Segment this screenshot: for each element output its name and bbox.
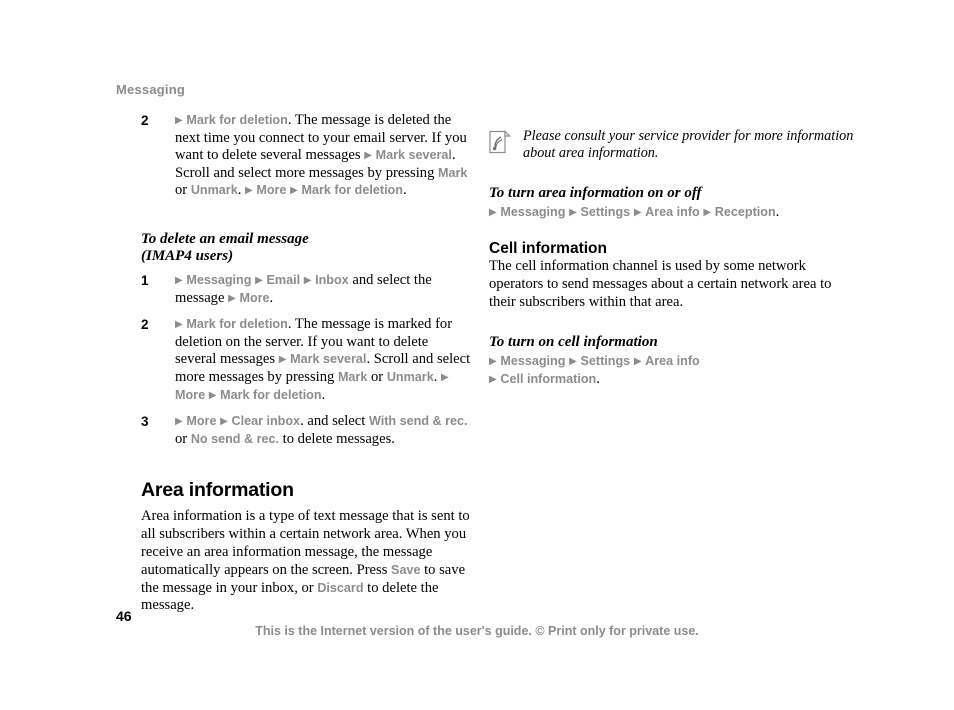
- step-item: 2 ▶ Mark for deletion. The message is ma…: [141, 316, 471, 404]
- right-column: Please consult your service provider for…: [489, 128, 855, 389]
- step-text: ▶ Messaging ▶ Email ▶ Inbox and select t…: [175, 271, 432, 306]
- document-page: Messaging 2 ▶ Mark for deletion. The mes…: [0, 0, 954, 710]
- step-text: ▶ More ▶ Clear inbox. and select With se…: [175, 413, 468, 447]
- arrow-icon: ▶: [303, 274, 312, 286]
- subheading-turn-area-info: To turn area information on or off: [489, 184, 702, 201]
- arrow-icon: ▶: [208, 389, 217, 401]
- arrow-icon: ▶: [633, 356, 642, 367]
- arrow-icon: ▶: [255, 274, 263, 286]
- step-item: 2 ▶ Mark for deletion. The message is de…: [141, 112, 471, 200]
- arrow-icon: ▶: [220, 416, 228, 428]
- menu-label: With send & rec.: [368, 414, 468, 429]
- arrow-icon: ▶: [175, 319, 183, 331]
- arrow-icon: ▶: [278, 354, 287, 366]
- page-footer: This is the Internet version of the user…: [255, 624, 699, 638]
- menu-label: Mark for deletion: [186, 317, 288, 332]
- menu-label: Settings: [580, 354, 631, 368]
- step-item: 1 ▶ Messaging ▶ Email ▶ Inbox and select…: [141, 272, 471, 307]
- arrow-icon: ▶: [175, 274, 183, 286]
- note-signal-icon: [489, 130, 511, 154]
- menu-path-cell-info-line-1: ▶ Messaging ▶ Settings ▶ Area info: [489, 353, 855, 371]
- menu-label: Mark for deletion: [186, 113, 288, 127]
- menu-label: Inbox: [315, 272, 349, 287]
- menu-label: Reception: [714, 205, 776, 220]
- arrow-icon: ▶: [228, 292, 236, 304]
- arrow-icon: ▶: [703, 207, 712, 219]
- step-number: 3: [141, 414, 149, 430]
- menu-label: More: [186, 414, 217, 429]
- menu-label: Mark for deletion: [220, 387, 322, 402]
- menu-label: Cell information: [500, 371, 597, 386]
- arrow-icon: ▶: [569, 207, 577, 219]
- step-text: ▶ Mark for deletion. The message is mark…: [175, 316, 471, 403]
- page-header: Messaging: [116, 82, 185, 97]
- subheading-line-2: (IMAP4 users): [141, 248, 234, 265]
- area-information-body: Area information is a type of text messa…: [141, 508, 470, 614]
- menu-label: More: [175, 387, 206, 402]
- note-block: Please consult your service provider for…: [489, 128, 855, 163]
- arrow-icon: ▶: [245, 185, 253, 197]
- menu-label: No send & rec.: [190, 431, 279, 446]
- arrow-icon: ▶: [290, 185, 298, 197]
- menu-label: Area info: [645, 354, 700, 368]
- menu-label: Mark: [337, 369, 368, 384]
- cell-information-body: The cell information channel is used by …: [489, 258, 832, 310]
- arrow-icon: ▶: [569, 356, 577, 367]
- menu-label: Email: [266, 272, 301, 287]
- left-column: 2 ▶ Mark for deletion. The message is de…: [141, 112, 471, 619]
- arrow-icon: ▶: [441, 371, 449, 383]
- menu-label: Messaging: [500, 354, 566, 368]
- subheading-turn-on-cell-info: To turn on cell information: [489, 333, 658, 350]
- note-text: Please consult your service provider for…: [523, 128, 854, 162]
- arrow-icon: ▶: [364, 150, 372, 162]
- menu-label: Messaging: [500, 205, 566, 220]
- step-number: 1: [141, 272, 149, 288]
- menu-label: Area info: [645, 205, 700, 220]
- menu-label: More: [256, 183, 287, 198]
- arrow-icon: ▶: [175, 416, 183, 428]
- menu-label: Mark: [438, 165, 468, 180]
- menu-label: Discard: [317, 580, 364, 595]
- menu-path-cell-info-line-2: ▶ Cell information.: [489, 370, 600, 387]
- menu-label: Settings: [580, 205, 631, 220]
- arrow-icon: ▶: [489, 373, 497, 385]
- menu-label: Mark several: [290, 352, 367, 367]
- subheading-cell-information: Cell information: [489, 240, 607, 258]
- menu-label: Clear inbox: [231, 414, 301, 429]
- page-number: 46: [116, 608, 132, 624]
- menu-path-area-info: ▶ Messaging ▶ Settings ▶ Area info ▶ Rec…: [489, 204, 780, 221]
- menu-label: Mark for deletion: [301, 183, 403, 198]
- arrow-icon: ▶: [175, 115, 183, 126]
- arrow-icon: ▶: [633, 207, 642, 219]
- menu-label: Save: [391, 562, 421, 577]
- step-number: 2: [141, 113, 149, 128]
- menu-label: Unmark: [190, 183, 238, 198]
- section-heading-area-information: Area information: [141, 479, 294, 502]
- menu-label: Mark several: [375, 148, 452, 163]
- menu-label: Unmark: [386, 369, 434, 384]
- subheading-line-1: To delete an email message: [141, 230, 309, 247]
- step-number: 2: [141, 317, 149, 333]
- menu-label: More: [239, 290, 270, 305]
- menu-label: Messaging: [186, 272, 252, 287]
- step-item: 3 ▶ More ▶ Clear inbox. and select With …: [141, 413, 471, 448]
- arrow-icon: ▶: [489, 207, 497, 219]
- arrow-icon: ▶: [489, 356, 497, 367]
- step-text: ▶ Mark for deletion. The message is dele…: [175, 112, 468, 199]
- section-subheading-imap: To delete an email message (IMAP4 users): [141, 231, 471, 266]
